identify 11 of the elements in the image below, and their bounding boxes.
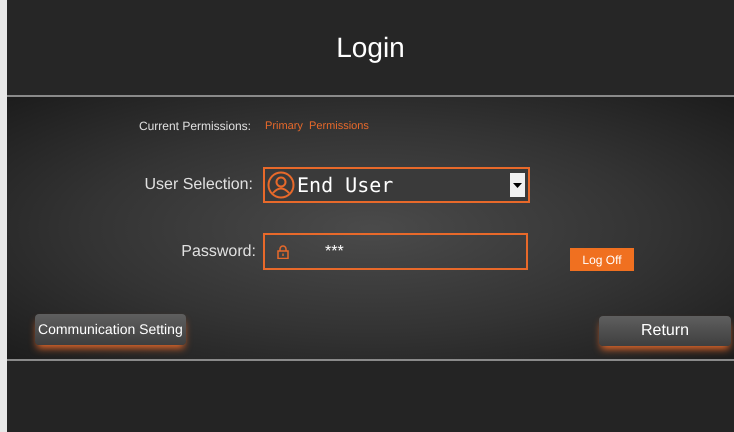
- user-selection-label: User Selection:: [144, 175, 253, 195]
- password-label: Password:: [180, 242, 256, 262]
- page-title: Login: [336, 30, 405, 65]
- permissions-value: Primary Permissions: [265, 118, 369, 134]
- communication-setting-button[interactable]: Communication Setting: [35, 314, 186, 344]
- user-select-dropdown[interactable]: End User: [263, 167, 530, 203]
- password-field[interactable]: ***: [263, 233, 528, 270]
- user-icon: [267, 171, 295, 199]
- permissions-label: Current Permissions:: [138, 118, 251, 135]
- return-button[interactable]: Return: [599, 316, 731, 346]
- lock-icon: [277, 244, 289, 258]
